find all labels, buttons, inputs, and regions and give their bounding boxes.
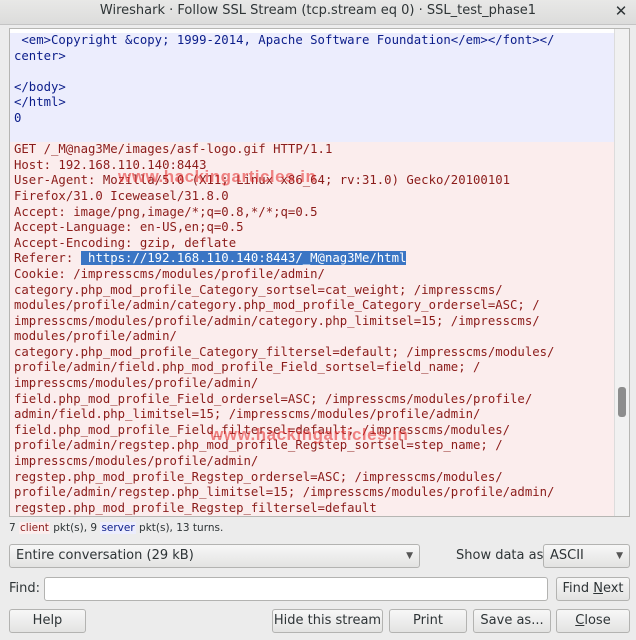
save-as-button[interactable]: Save as... [473, 609, 551, 633]
client-stream-line: Accept-Language: en-US,en;q=0.5 [10, 220, 614, 236]
show-data-label: Show data as [456, 548, 544, 563]
find-next-mnemonic: N [593, 581, 603, 596]
stream-blank-line [10, 64, 614, 80]
client-stream-line: impresscms/modules/profile/admin/ [10, 376, 614, 392]
close-label-end: lose [584, 613, 611, 628]
client-stream-line: regstep.php_mod_profile_Regstep_filterse… [10, 500, 614, 516]
stream-line-text: <em>Copyright &copy; 1999-2014, Apache S… [14, 33, 555, 47]
stats-server-word: server [100, 522, 136, 534]
chevron-down-icon: ▼ [616, 551, 623, 561]
client-stream-line: profile/admin/regstep.php_limitsel=15; /… [10, 485, 614, 501]
client-stream-line: Accept-Encoding: gzip, deflate [10, 235, 614, 252]
stream-line-text: regstep.php_mod_profile_Regstep_filterse… [14, 500, 377, 515]
stream-line-text: impresscms/modules/profile/admin/ [14, 376, 259, 391]
stream-line-text: Referer: [14, 251, 81, 266]
find-next-label-start: Find [562, 581, 594, 596]
stream-line-text: category.php_mod_profile_Category_filter… [14, 344, 555, 359]
server-stream-line: 0 [10, 110, 614, 127]
stream-line-text: impresscms/modules/profile/admin/ [14, 454, 259, 469]
stream-lines: <em>Copyright &copy; 1999-2014, Apache S… [10, 33, 614, 516]
server-stream-line: </body> [10, 79, 614, 96]
client-stream-line: profile/admin/regstep.php_mod_profile_Re… [10, 438, 614, 455]
client-stream-line: GET /_M@nag3Me/images/asf-logo.gif HTTP/… [10, 142, 614, 158]
client-stream-line: Referer: https://192.168.110.140:8443/_M… [10, 251, 614, 267]
client-stream-line: category.php_mod_profile_Category_sortse… [10, 282, 614, 299]
conversation-select-value: Entire conversation (29 kB) [16, 548, 194, 563]
stream-line-text: profile/admin/regstep.php_mod_profile_Re… [14, 438, 503, 453]
stats-client-word: client [19, 522, 50, 534]
selected-text: https://192.168.110.140:8443/_M@nag3Me/h… [80, 251, 407, 266]
stream-text-view[interactable]: <em>Copyright &copy; 1999-2014, Apache S… [9, 28, 630, 517]
stream-line-text: center> [14, 48, 66, 63]
server-stream-line: </html> [10, 95, 614, 111]
client-stream-line: Cookie: /impresscms/modules/profile/admi… [10, 266, 614, 283]
stream-line-text: </html> [14, 95, 66, 110]
window-titlebar: Wireshark · Follow SSL Stream (tcp.strea… [0, 0, 636, 25]
client-stream-line: field.php_mod_profile_Field_filtersel=de… [10, 422, 614, 439]
client-stream-line: Accept: image/png,image/*;q=0.8,*/*;q=0.… [10, 204, 614, 221]
hide-stream-button[interactable]: Hide this stream [272, 609, 383, 633]
stream-line-text: </body> [14, 79, 66, 94]
show-data-value: ASCII [550, 548, 584, 563]
client-stream-line: profile/admin/field.php_mod_profile_Fiel… [10, 360, 614, 377]
print-button[interactable]: Print [389, 609, 467, 633]
find-input[interactable] [44, 577, 548, 601]
stream-line-text: impresscms/modules/profile/admin/categor… [14, 313, 540, 328]
find-label: Find: [9, 581, 41, 596]
client-stream-line: Host: 192.168.110.140:8443 [10, 157, 614, 174]
stream-line-text: profile/admin/regstep.php_limitsel=15; /… [14, 485, 555, 500]
stream-scrollbar[interactable] [614, 29, 629, 516]
stream-line-text: Accept-Encoding: gzip, deflate [14, 235, 237, 250]
client-stream-line: User-Agent: Mozilla/5.0 (X11; Linux x86_… [10, 173, 614, 189]
stream-line-text: Cookie: /impresscms/modules/profile/admi… [14, 266, 325, 281]
server-stream-line: center> [10, 48, 614, 65]
server-stream-line: <em>Copyright &copy; 1999-2014, Apache S… [10, 33, 614, 49]
packet-stats: 7 client pkt(s), 9 server pkt(s), 13 tur… [9, 522, 223, 534]
show-data-select[interactable]: ASCII ▼ [543, 544, 630, 568]
close-button[interactable]: Close [556, 609, 630, 633]
stream-line-text: modules/profile/admin/category.php_mod_p… [14, 298, 540, 313]
stats-middle: pkt(s), 9 [49, 522, 101, 534]
client-stream-line: Firefox/31.0 Iceweasel/31.8.0 [10, 188, 614, 205]
client-stream-line: modules/profile/admin/category.php_mod_p… [10, 298, 614, 314]
window-title: Wireshark · Follow SSL Stream (tcp.strea… [99, 3, 537, 18]
client-stream-line: regstep.php_mod_profile_Regstep_ordersel… [10, 469, 614, 486]
client-stream-line: field.php_mod_profile_Field_ordersel=ASC… [10, 391, 614, 408]
client-stream-line: modules/profile/admin/ [10, 329, 614, 345]
stream-line-text: GET /_M@nag3Me/images/asf-logo.gif HTTP/… [14, 142, 333, 157]
stream-line-text: Host: 192.168.110.140:8443 [14, 157, 207, 172]
stats-suffix: pkt(s), 13 turns. [135, 522, 224, 534]
client-stream-line: category.php_mod_profile_Category_filter… [10, 344, 614, 361]
chevron-down-icon: ▼ [406, 551, 413, 561]
close-mnemonic: C [575, 613, 585, 628]
stream-line-text: regstep.php_mod_profile_Regstep_ordersel… [14, 469, 503, 484]
stream-line-text: 0 [14, 110, 22, 125]
stream-line-text: Firefox/31.0 Iceweasel/31.8.0 [14, 188, 229, 203]
client-stream-line: impresscms/modules/profile/admin/ [10, 454, 614, 470]
stream-line-text: profile/admin/field.php_mod_profile_Fiel… [14, 360, 481, 375]
conversation-select[interactable]: Entire conversation (29 kB) ▼ [9, 544, 420, 568]
stream-line-text: admin/field.php_limitsel=15; /impresscms… [14, 407, 481, 422]
stream-line-text: field.php_mod_profile_Field_filtersel=de… [14, 422, 511, 437]
close-window-icon[interactable]: ✕ [612, 0, 630, 22]
stream-line-text: category.php_mod_profile_Category_sortse… [14, 282, 503, 297]
stream-line-text: field.php_mod_profile_Field_ordersel=ASC… [14, 391, 533, 406]
stream-line-text: modules/profile/admin/ [14, 329, 177, 344]
client-stream-line: impresscms/modules/profile/admin/categor… [10, 313, 614, 330]
stream-line-text: User-Agent: Mozilla/5.0 (X11; Linux x86_… [14, 173, 511, 188]
scrollbar-thumb[interactable] [618, 387, 626, 417]
find-next-label-end: ext [602, 581, 624, 596]
stream-line-text: Accept: image/png,image/*;q=0.8,*/*;q=0.… [14, 204, 318, 219]
stream-line-text: Accept-Language: en-US,en;q=0.5 [14, 220, 244, 235]
find-next-button[interactable]: Find Next [556, 577, 630, 601]
client-stream-line: admin/field.php_limitsel=15; /impresscms… [10, 407, 614, 423]
stream-blank-line [10, 126, 614, 143]
help-button[interactable]: Help [9, 609, 86, 633]
stats-prefix: 7 [9, 522, 20, 534]
